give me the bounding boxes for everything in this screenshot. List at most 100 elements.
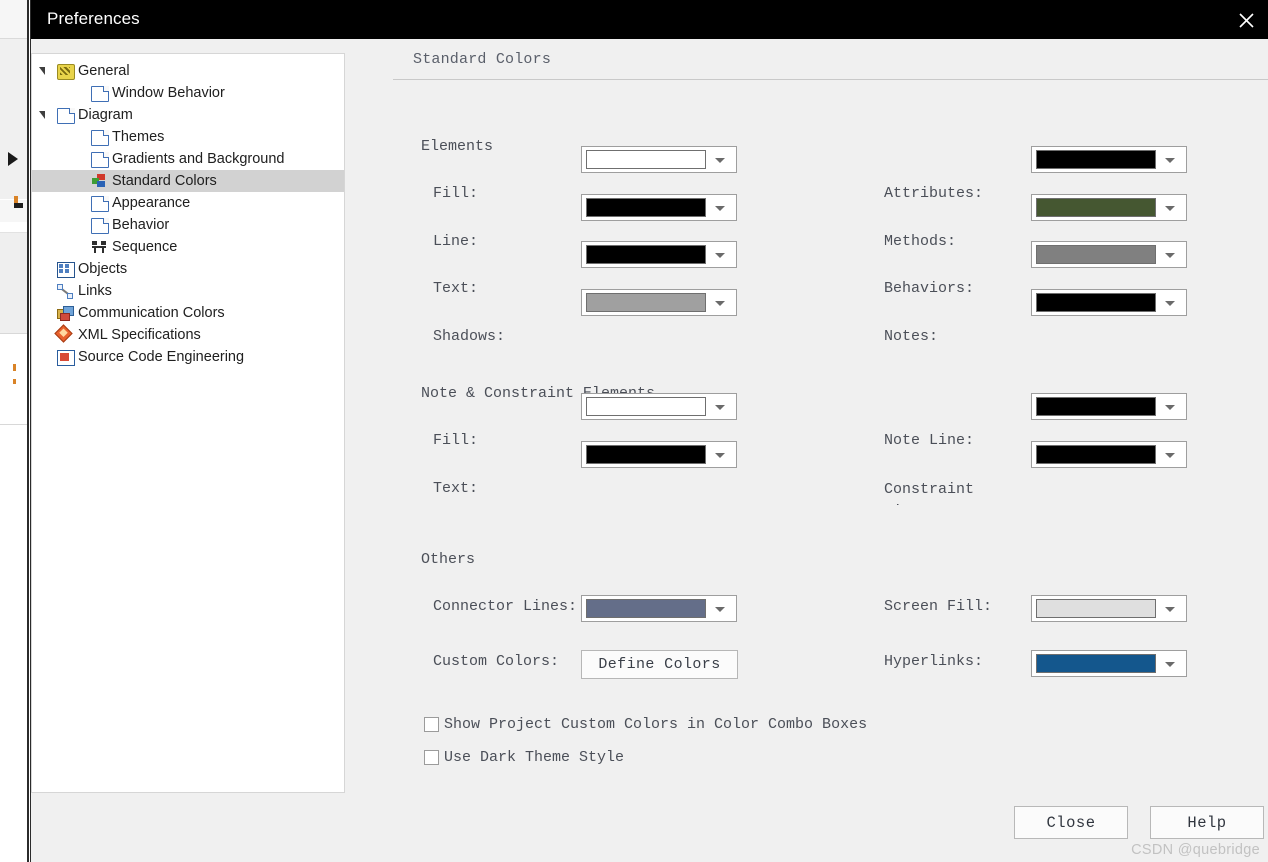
chevron-down-icon[interactable] [1159,394,1181,419]
bg-marker-d-icon [13,379,16,384]
sidebar-item-appearance[interactable]: Appearance [32,192,344,214]
standard-colors-icon [91,174,107,188]
window-title: Preferences [47,9,140,28]
label-constraint-line: Constraint Line: [884,481,975,505]
color-combo-note-text[interactable] [581,441,737,468]
color-combo-methods[interactable] [1031,194,1187,221]
chevron-down-icon[interactable] [1159,651,1181,676]
sidebar-item-label: Themes [112,129,165,145]
sidebar-item-label: Gradients and Background [112,151,285,167]
twisty-collapsed-icon[interactable] [40,352,48,364]
color-combo-fill[interactable] [581,146,737,173]
chevron-down-icon[interactable] [709,596,731,621]
sidebar-item-communication-colors[interactable]: Communication Colors [32,302,344,324]
color-combo-constraint-line[interactable] [1031,441,1187,468]
label-shadows: Shadows: [433,328,506,345]
section-heading-elements: Elements [421,138,494,155]
label-fill: Fill: [433,185,479,202]
page-icon [91,152,109,168]
sidebar-item-gradients-and-background[interactable]: Gradients and Background [32,148,344,170]
define-colors-button[interactable]: Define Colors [581,650,738,679]
chevron-down-icon[interactable] [1159,442,1181,467]
sidebar-item-label: General [78,63,130,79]
sidebar-item-themes[interactable]: Themes [32,126,344,148]
twisty-expanded-icon[interactable] [39,111,45,119]
bg-strip-6 [0,425,27,862]
label-methods: Methods: [884,233,957,250]
chevron-down-icon[interactable] [1159,596,1181,621]
checkbox-row-show-project-custom-colors[interactable]: Show Project Custom Colors in Color Comb… [424,716,867,733]
color-combo-hyperlinks[interactable] [1031,650,1187,677]
color-combo-behaviors[interactable] [1031,241,1187,268]
color-combo-note-fill[interactable] [581,393,737,420]
sidebar-item-xml-specifications[interactable]: XML Specifications [32,324,344,346]
chevron-down-icon[interactable] [709,147,731,172]
sidebar-item-sequence[interactable]: Sequence [32,236,344,258]
page-icon [91,218,109,234]
chevron-down-icon[interactable] [1159,242,1181,267]
dialog-body: General Window Behavior Diagram Themes Gradi… [31,39,1268,862]
chevron-down-icon[interactable] [1159,290,1181,315]
color-swatch [1036,293,1156,312]
color-combo-screen-fill[interactable] [1031,595,1187,622]
sidebar-item-label: Window Behavior [112,85,225,101]
sidebar-item-label: Behavior [112,217,170,233]
color-swatch [1036,599,1156,618]
checkbox-use-dark-theme[interactable] [424,750,439,765]
links-icon [57,284,73,299]
title-bar: Preferences [31,0,1268,39]
page-icon [57,108,75,124]
color-swatch [586,245,706,264]
page-icon [91,196,109,212]
color-swatch [586,445,706,464]
label-notes: Notes: [884,328,939,345]
label-screen-fill: Screen Fill: [884,598,993,615]
chevron-down-icon[interactable] [1159,195,1181,220]
color-combo-connector-lines[interactable] [581,595,737,622]
color-swatch [586,599,706,618]
sidebar-item-behavior[interactable]: Behavior [32,214,344,236]
sidebar-item-source-code-engineering[interactable]: Source Code Engineering [32,346,344,368]
tree-item-list: General Window Behavior Diagram Themes Gradi… [32,54,344,368]
bg-strip-2 [0,39,27,199]
bg-marker-b-icon [14,203,23,208]
color-combo-attributes[interactable] [1031,146,1187,173]
help-button[interactable]: Help [1150,806,1264,839]
bg-strip-1 [0,0,27,39]
chevron-down-icon[interactable] [1159,147,1181,172]
sidebar-item-links[interactable]: Links [32,280,344,302]
sidebar-item-label: Sequence [112,239,178,255]
color-combo-text[interactable] [581,241,737,268]
page-title: Standard Colors [413,51,552,68]
sidebar-item-label: Diagram [78,107,133,123]
sidebar-item-label: Source Code Engineering [78,349,245,365]
chevron-down-icon[interactable] [709,442,731,467]
label-nc-fill: Fill: [433,432,479,449]
color-combo-line[interactable] [581,194,737,221]
color-combo-note-line[interactable] [1031,393,1187,420]
label-text: Text: [433,280,479,297]
sidebar-item-general[interactable]: General [32,60,344,82]
color-combo-shadows[interactable] [581,289,737,316]
chevron-down-icon[interactable] [709,394,731,419]
color-combo-notes[interactable] [1031,289,1187,316]
background-app-sliver [0,0,30,862]
chevron-down-icon[interactable] [709,242,731,267]
sidebar-item-label: Appearance [112,195,191,211]
chevron-down-icon[interactable] [709,290,731,315]
twisty-expanded-icon[interactable] [39,67,45,75]
sidebar-item-standard-colors[interactable]: Standard Colors [32,170,344,192]
checkbox-label: Show Project Custom Colors in Color Comb… [444,716,868,733]
sidebar-item-diagram[interactable]: Diagram [32,104,344,126]
page-icon [91,86,109,102]
page-icon [91,130,109,146]
sidebar-item-window-behavior[interactable]: Window Behavior [32,82,344,104]
source-code-icon [57,350,75,366]
sidebar-item-objects[interactable]: Objects [32,258,344,280]
chevron-down-icon[interactable] [709,195,731,220]
close-button[interactable]: Close [1014,806,1128,839]
close-window-button[interactable] [1223,0,1268,39]
checkbox-row-use-dark-theme[interactable]: Use Dark Theme Style [424,749,624,766]
checkbox-show-project-custom-colors[interactable] [424,717,439,732]
settings-tree[interactable]: General Window Behavior Diagram Themes Gradi… [31,53,345,793]
